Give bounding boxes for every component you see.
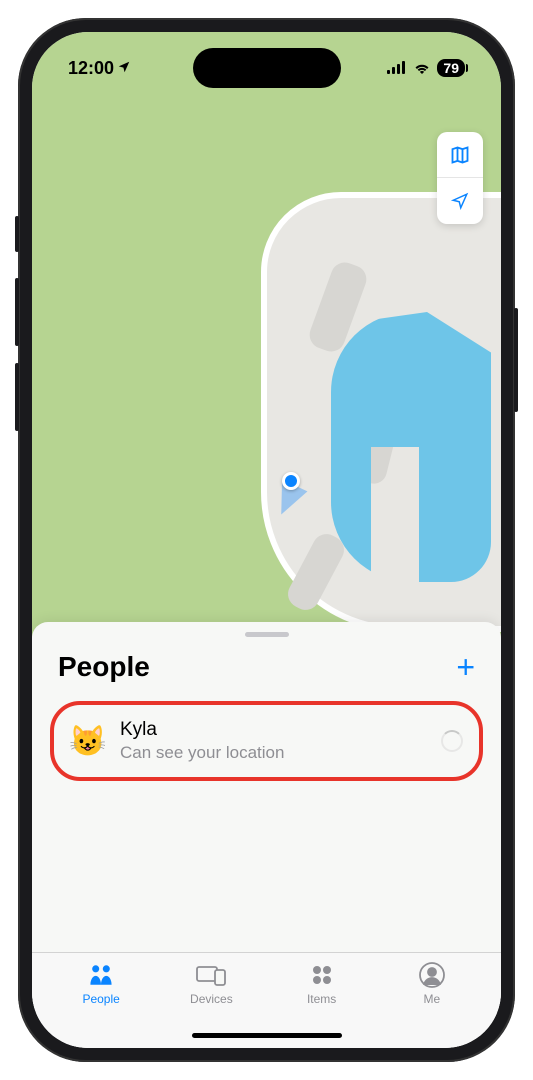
sheet-title: People (58, 651, 150, 683)
person-text: Kyla Can see your location (120, 719, 427, 763)
sheet-grabber[interactable] (245, 632, 289, 637)
volume-up-button (15, 278, 19, 346)
devices-icon (196, 961, 226, 989)
items-icon (307, 961, 337, 989)
person-subtitle: Can see your location (120, 743, 427, 763)
home-indicator[interactable] (192, 1033, 342, 1038)
sheet-header: People + (32, 651, 501, 695)
map[interactable] (32, 32, 501, 652)
mute-switch (15, 216, 19, 252)
tab-label: Items (307, 992, 336, 1006)
tab-label: People (82, 992, 119, 1006)
tab-people[interactable]: People (46, 961, 156, 1048)
status-time: 12:00 (68, 58, 114, 79)
me-icon (417, 961, 447, 989)
wifi-icon (413, 58, 431, 79)
current-location-dot (282, 472, 300, 490)
loading-spinner-icon (441, 730, 463, 752)
tab-me[interactable]: Me (377, 961, 487, 1048)
locate-me-button[interactable] (437, 178, 483, 224)
map-controls (437, 132, 483, 224)
add-person-button[interactable]: + (456, 651, 475, 683)
dynamic-island (193, 48, 341, 88)
people-icon (86, 961, 116, 989)
person-avatar: 😺 (70, 723, 106, 759)
tab-label: Me (424, 992, 441, 1006)
map-mode-button[interactable] (437, 132, 483, 178)
screen: 12:00 79 (32, 32, 501, 1048)
person-row[interactable]: 😺 Kyla Can see your location (50, 701, 483, 781)
cellular-signal-icon (387, 58, 407, 79)
battery-indicator: 79 (437, 59, 465, 77)
volume-down-button (15, 363, 19, 431)
phone-frame: 12:00 79 (18, 18, 515, 1062)
people-sheet[interactable]: People + 😺 Kyla Can see your location Pe… (32, 622, 501, 1048)
tab-label: Devices (190, 992, 233, 1006)
person-name: Kyla (120, 719, 427, 741)
power-button (514, 308, 518, 412)
location-services-icon (117, 58, 131, 79)
